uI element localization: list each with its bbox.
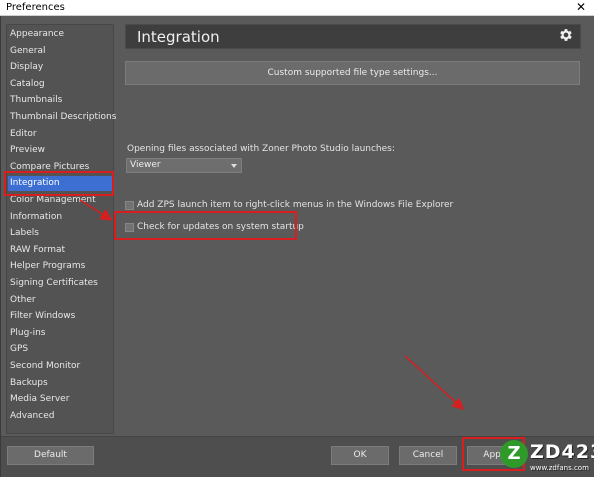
site-watermark: Z ZD423 www.zdfans.com bbox=[500, 440, 594, 476]
annotation-arrows bbox=[79, 199, 465, 411]
watermark-name: ZD423 bbox=[530, 441, 594, 463]
annotation-arrow-right bbox=[404, 355, 465, 411]
watermark-badge: Z bbox=[500, 440, 528, 468]
annotation-arrow-left bbox=[79, 199, 113, 221]
watermark-url: www.zdfans.com bbox=[530, 464, 589, 472]
